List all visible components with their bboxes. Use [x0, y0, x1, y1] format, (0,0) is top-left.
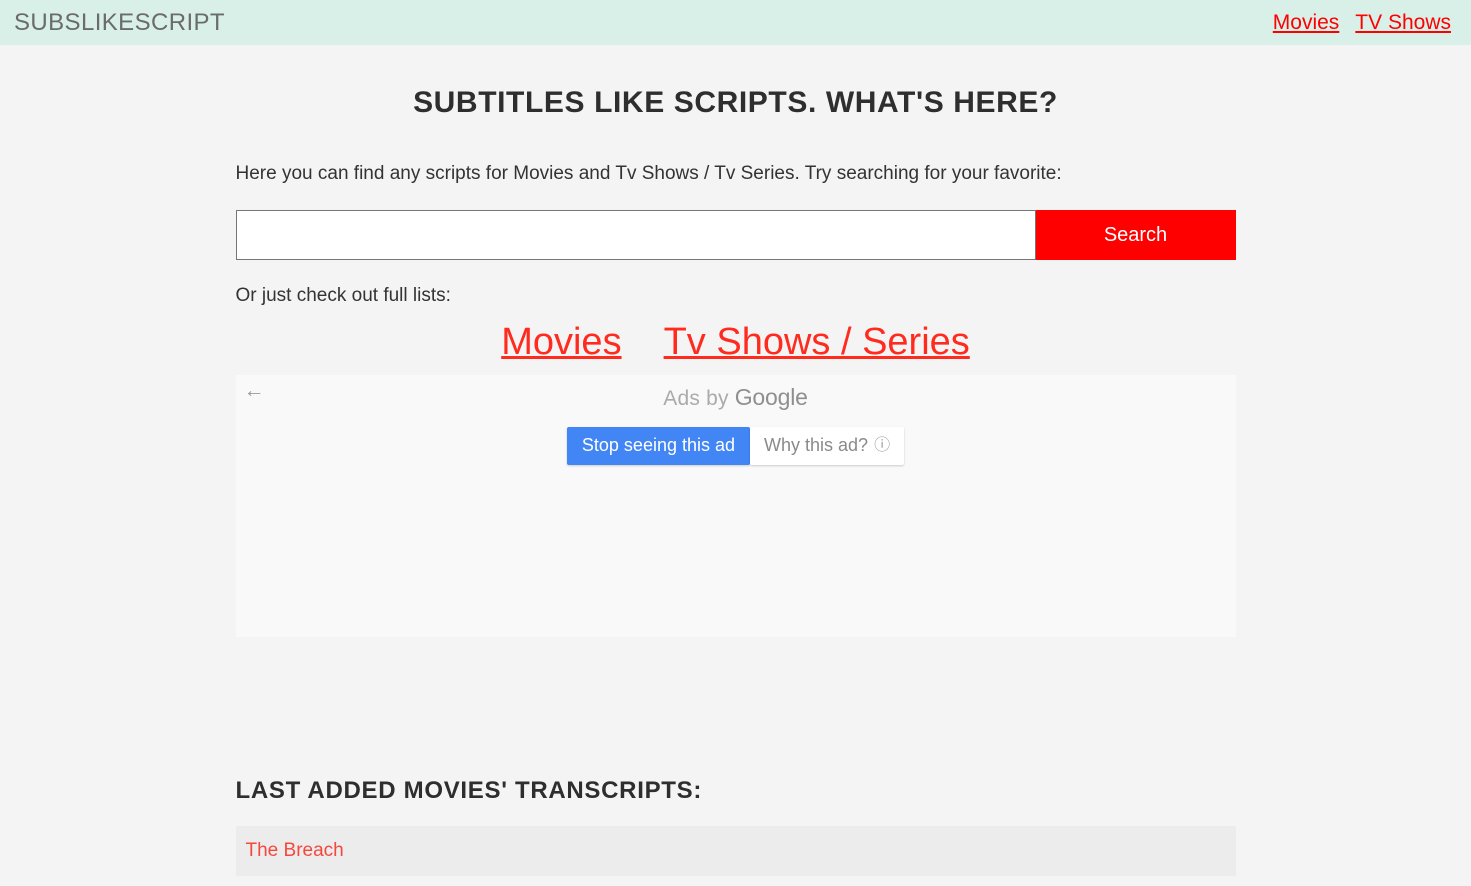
search-form: Search [235, 209, 1236, 260]
google-ad-panel: ← Ads by Google Stop seeing this ad Why … [235, 375, 1236, 638]
intro-text: Here you can find any scripts for Movies… [235, 163, 1062, 184]
full-lists-label: Or just check out full lists: [235, 284, 451, 306]
google-wordmark: Google [734, 384, 808, 411]
search-input[interactable] [235, 209, 1036, 260]
search-button[interactable]: Search [1035, 209, 1236, 260]
site-logo[interactable]: SUBSLIKESCRIPT [14, 9, 225, 37]
full-list-link-tv-shows-series[interactable]: Tv Shows / Series [664, 321, 970, 365]
why-this-ad-label: Why this ad? [764, 435, 869, 456]
site-header: SUBSLIKESCRIPT Movies TV Shows [0, 0, 1471, 45]
why-this-ad-button[interactable]: Why this ad? ⓘ [750, 427, 905, 466]
stop-seeing-this-ad-button[interactable]: Stop seeing this ad [566, 427, 751, 466]
last-added-title: LAST ADDED MOVIES' TRANSCRIPTS: [235, 777, 703, 805]
full-list-link-movies[interactable]: Movies [501, 321, 621, 365]
back-arrow-icon[interactable]: ← [244, 380, 265, 401]
transcript-list: The Breach [235, 826, 1236, 877]
page-title: SUBTITLES LIKE SCRIPTS. WHAT'S HERE? [413, 86, 1058, 119]
header-nav: Movies TV Shows [1273, 11, 1453, 35]
ads-by-prefix: Ads by [663, 387, 735, 411]
list-item: The Breach [235, 826, 1236, 877]
nav-link-movies[interactable]: Movies [1273, 11, 1340, 35]
full-lists-links: Movies Tv Shows / Series [236, 321, 1236, 365]
ads-by-google-label: Ads by Google [236, 375, 1236, 411]
main-content: SUBTITLES LIKE SCRIPTS. WHAT'S HERE? Her… [235, 45, 1236, 877]
transcript-link[interactable]: The Breach [246, 840, 344, 861]
info-icon: ⓘ [874, 436, 891, 454]
nav-link-tv-shows[interactable]: TV Shows [1355, 11, 1451, 35]
ad-buttons: Stop seeing this ad Why this ad? ⓘ [236, 427, 1236, 466]
